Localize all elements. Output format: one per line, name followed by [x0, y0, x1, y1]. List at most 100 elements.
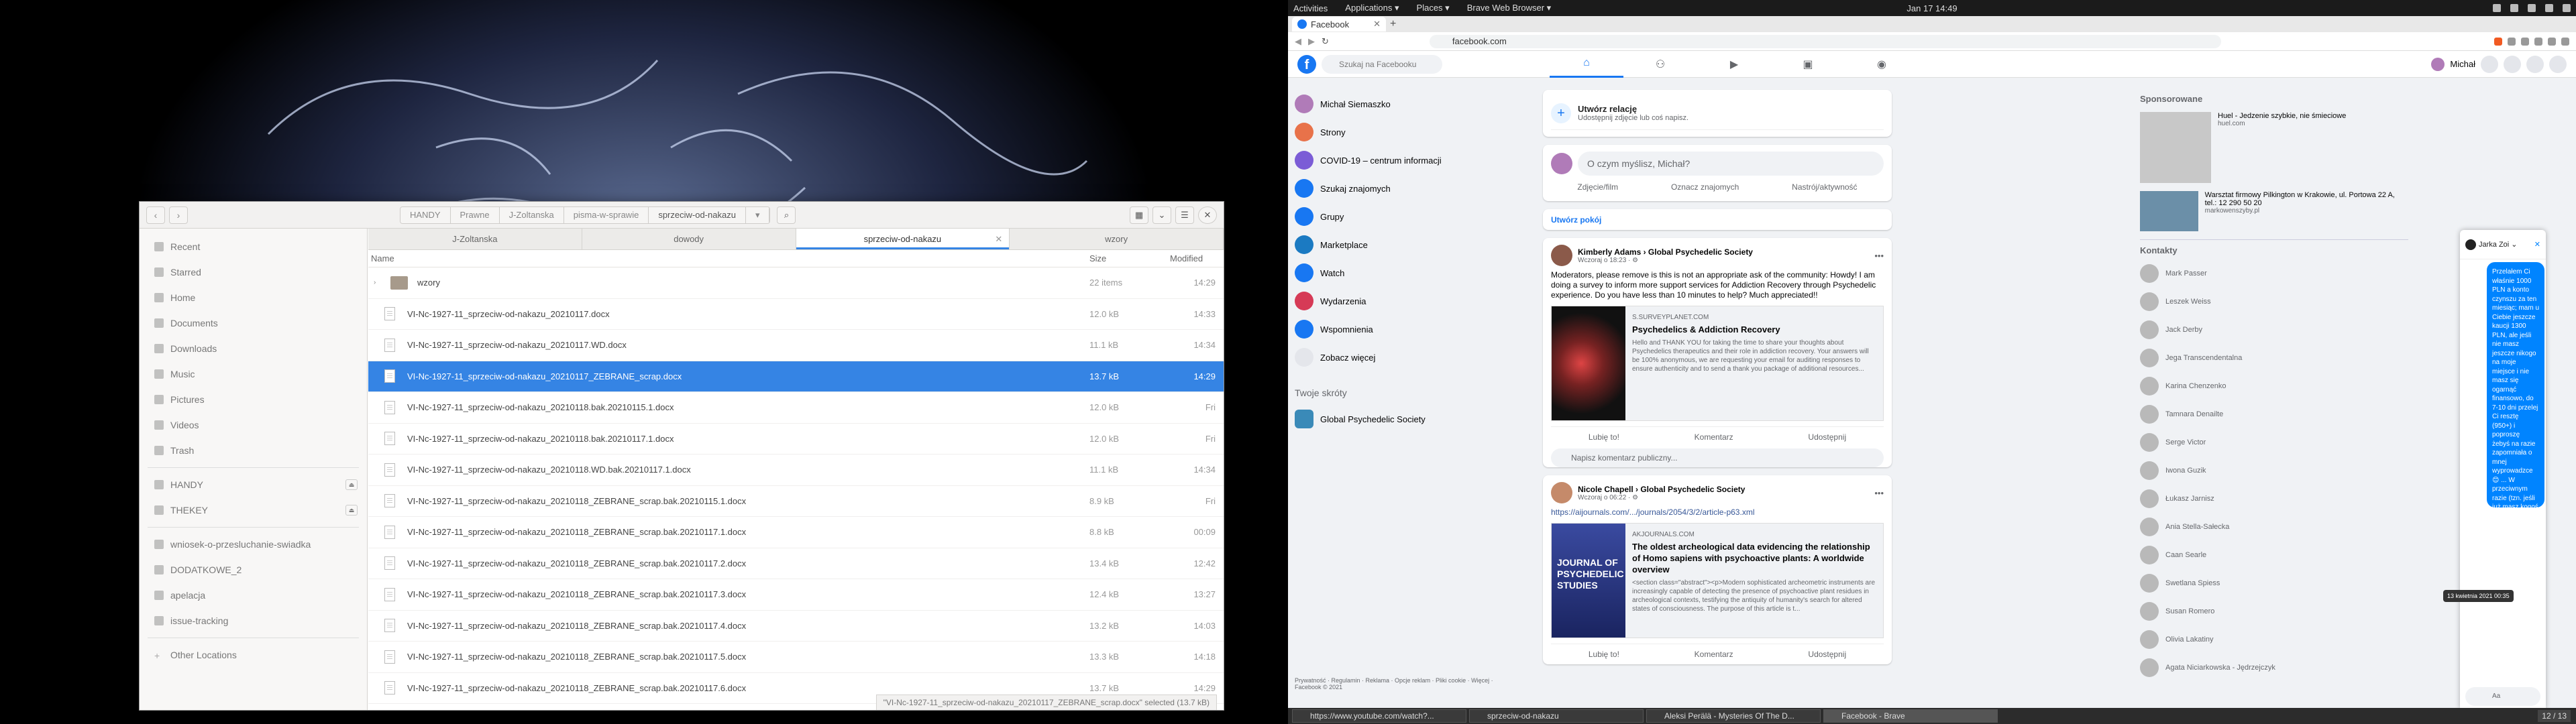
column-size[interactable]: Size: [1089, 250, 1170, 267]
contact-item[interactable]: Karina Chenzenko: [2140, 372, 2408, 400]
facebook-logo-icon[interactable]: f: [1297, 54, 1316, 74]
close-icon[interactable]: ✕: [2534, 240, 2540, 249]
tab-dowody[interactable]: dowody: [582, 229, 796, 249]
file-row[interactable]: VI-Nc-1927-11_sprzeciw-od-nakazu_2021011…: [368, 392, 1224, 424]
taskbar-item[interactable]: sprzeciw-od-nakazu: [1469, 709, 1644, 723]
friends-icon[interactable]: ⚇: [1623, 51, 1697, 78]
sidebar-other-locations[interactable]: + Other Locations: [140, 642, 367, 668]
file-row[interactable]: VI-Nc-1927-11_sprzeciw-od-nakazu_2021011…: [368, 642, 1224, 673]
sidebar-item-pictures[interactable]: Pictures: [140, 387, 367, 412]
activities-button[interactable]: Activities: [1293, 3, 1328, 13]
breadcrumb-item[interactable]: pisma-w-sprawie: [564, 206, 649, 223]
forward-button[interactable]: ›: [169, 206, 188, 224]
network-icon[interactable]: [2528, 4, 2536, 12]
extension-icon[interactable]: [2534, 37, 2542, 46]
file-row[interactable]: VI-Nc-1927-11_sprzeciw-od-nakazu_2021011…: [368, 579, 1224, 611]
file-row[interactable]: VI-Nc-1927-11_sprzeciw-od-nakazu_2021011…: [368, 424, 1224, 455]
sidebar-bookmark[interactable]: DODATKOWE_2: [140, 557, 367, 583]
contact-item[interactable]: Agata Niciarkowska - Jędrzejczyk: [2140, 654, 2408, 682]
clock[interactable]: Jan 17 14:49: [1907, 3, 1957, 13]
sponsored-item[interactable]: Huel - Jedzenie szybkie, nie śmieciowe hu…: [2140, 112, 2408, 183]
breadcrumb-item-current[interactable]: sprzeciw-od-nakazu: [649, 206, 746, 223]
file-row[interactable]: VI-Nc-1927-11_sprzeciw-od-nakazu_2021011…: [368, 330, 1224, 361]
new-tab-icon[interactable]: +: [1390, 18, 1396, 30]
sidebar-item-documents[interactable]: Documents: [140, 310, 367, 336]
close-tab-icon[interactable]: ✕: [995, 229, 1002, 250]
post-author[interactable]: Nicole Chapell › Global Psychedelic Soci…: [1578, 485, 1745, 494]
file-row[interactable]: VI-Nc-1927-11_sprzeciw-od-nakazu_2021011…: [368, 299, 1224, 330]
create-icon[interactable]: [2481, 55, 2498, 73]
file-row[interactable]: › wzory 22 items 14:29: [368, 267, 1224, 299]
contact-item[interactable]: Serge Victor: [2140, 428, 2408, 457]
expand-icon[interactable]: ›: [374, 279, 380, 286]
file-row[interactable]: VI-Nc-1927-11_sprzeciw-od-nakazu_2021011…: [368, 548, 1224, 579]
left-nav-item[interactable]: Wydarzenia: [1295, 287, 1496, 315]
sidebar-item-recent[interactable]: Recent: [140, 234, 367, 259]
left-nav-item[interactable]: Watch: [1295, 259, 1496, 287]
post-link-text[interactable]: https://aijournals.com/.../journals/2054…: [1543, 507, 1892, 523]
comment-input[interactable]: Napisz komentarz publiczny...: [1551, 448, 1884, 467]
post-author[interactable]: Kimberly Adams › Global Psychedelic Soci…: [1578, 247, 1753, 257]
notifications-icon[interactable]: [2526, 55, 2544, 73]
applications-menu[interactable]: Applications ▾: [1345, 3, 1399, 13]
search-icon[interactable]: ⌕: [777, 206, 796, 224]
create-room-button[interactable]: Utwórz pokój: [1551, 215, 1601, 225]
comment-button[interactable]: Komentarz: [1695, 650, 1733, 659]
avatar[interactable]: [2465, 239, 2476, 250]
brave-shield-icon[interactable]: [2494, 37, 2502, 46]
menu-icon[interactable]: [2561, 37, 2569, 46]
breadcrumb-item[interactable]: J-Zoltanska: [499, 206, 564, 223]
contact-item[interactable]: Jack Derby: [2140, 316, 2408, 344]
contact-item[interactable]: Caan Searle: [2140, 541, 2408, 569]
sidebar-item-downloads[interactable]: Downloads: [140, 336, 367, 361]
taskbar-item[interactable]: Aleksi Perälä - Mysteries Of The D...: [1646, 709, 1821, 723]
extension-icon[interactable]: [2521, 37, 2529, 46]
file-row[interactable]: VI-Nc-1927-11_sprzeciw-od-nakazu_2021011…: [368, 486, 1224, 517]
tab-j-zoltanska[interactable]: J-Zoltanska: [368, 229, 582, 249]
marketplace-icon[interactable]: ▣: [1771, 51, 1845, 78]
sidebar-bookmark[interactable]: wniosek-o-przesluchanie-swiadka: [140, 532, 367, 557]
close-tab-icon[interactable]: ✕: [1373, 19, 1381, 29]
tag-friends-button[interactable]: Oznacz znajomych: [1671, 182, 1739, 192]
sidebar-item-music[interactable]: Music: [140, 361, 367, 387]
share-button[interactable]: Udostępnij: [1808, 650, 1846, 659]
taskbar-item-active[interactable]: Facebook - Brave: [1823, 709, 1998, 723]
link-preview[interactable]: S.SURVEYPLANET.COM Psychedelics & Addicti…: [1551, 306, 1884, 421]
sidebar-item-home[interactable]: Home: [140, 285, 367, 310]
active-app-menu[interactable]: Brave Web Browser ▾: [1467, 3, 1552, 13]
left-nav-item[interactable]: Michał Siemaszko: [1295, 90, 1496, 118]
avatar[interactable]: [2431, 57, 2445, 71]
reload-icon[interactable]: ↻: [1322, 36, 1329, 47]
user-name[interactable]: Michał: [2450, 59, 2475, 69]
search-input[interactable]: Szukaj na Facebooku: [1322, 54, 1442, 74]
extension-icon[interactable]: [2548, 37, 2556, 46]
sidebar-device-thekey[interactable]: THEKEY ⏏: [140, 497, 367, 523]
tray-icon[interactable]: [2493, 4, 2501, 12]
left-nav-item[interactable]: Wspomnienia: [1295, 315, 1496, 343]
volume-icon[interactable]: [2545, 4, 2553, 12]
sidebar-item-videos[interactable]: Videos: [140, 412, 367, 438]
address-bar[interactable]: facebook.com: [1429, 34, 2221, 48]
left-nav-item[interactable]: Grupy: [1295, 202, 1496, 231]
eject-icon[interactable]: ⏏: [345, 479, 358, 490]
contact-item[interactable]: Iwona Guzik: [2140, 457, 2408, 485]
tab-sprzeciw-od-nakazu[interactable]: sprzeciw-od-nakazu ✕: [796, 229, 1010, 249]
back-button[interactable]: ‹: [146, 206, 165, 224]
photo-video-button[interactable]: Zdjęcie/film: [1577, 182, 1618, 192]
column-name[interactable]: Name: [371, 250, 1089, 267]
post-time[interactable]: Wczoraj o 06:22 · ⚙: [1578, 494, 1745, 501]
avatar[interactable]: [1551, 245, 1572, 266]
left-nav-item[interactable]: COVID-19 – centrum informacji: [1295, 146, 1496, 174]
view-options-icon[interactable]: ⌄: [1152, 206, 1171, 224]
shortcut-item[interactable]: Global Psychedelic Society: [1295, 405, 1496, 433]
file-row[interactable]: VI-Nc-1927-11_sprzeciw-od-nakazu_2021011…: [368, 455, 1224, 486]
account-menu-icon[interactable]: [2549, 55, 2567, 73]
contact-item[interactable]: Swetlana Spiess: [2140, 569, 2408, 597]
taskbar-item[interactable]: https://www.youtube.com/watch?...: [1292, 709, 1466, 723]
home-icon[interactable]: ⌂: [1550, 51, 1623, 78]
watch-icon[interactable]: ▶: [1697, 51, 1771, 78]
like-button[interactable]: Lubię to!: [1589, 650, 1619, 659]
back-icon[interactable]: ◀: [1295, 36, 1301, 47]
left-nav-item[interactable]: Szukaj znajomych: [1295, 174, 1496, 202]
forward-icon[interactable]: ▶: [1308, 36, 1315, 47]
